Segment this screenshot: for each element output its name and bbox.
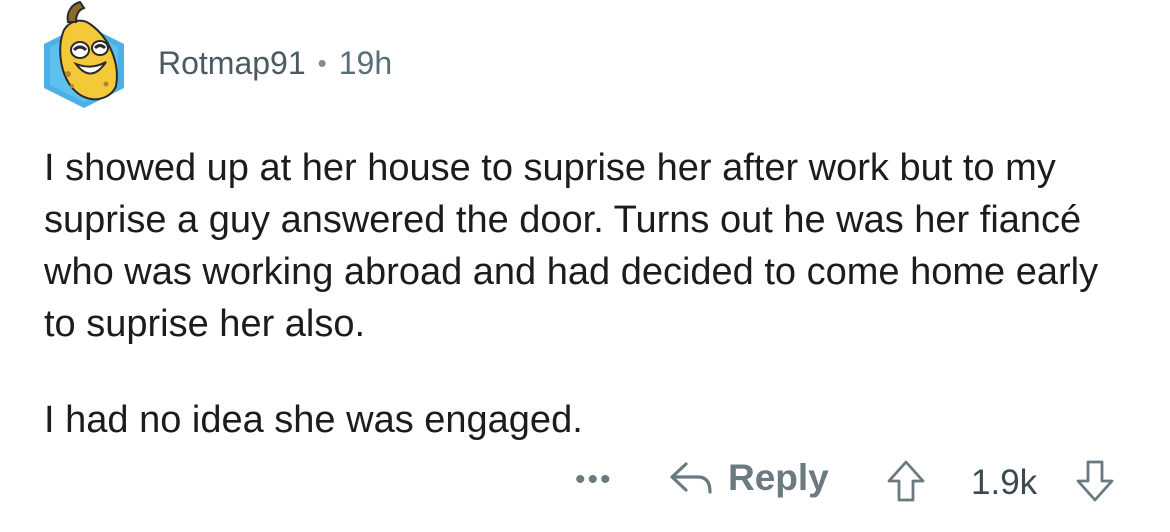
timestamp: 19h	[338, 44, 393, 81]
more-options-button[interactable]: •••	[575, 463, 613, 497]
comment-paragraph: I had no idea she was engaged.	[44, 399, 583, 441]
comment-meta: Rotmap91 • 19h	[158, 45, 392, 82]
banana-avatar-icon	[44, 0, 124, 108]
reply-button[interactable]: Reply	[668, 457, 829, 499]
reply-label: Reply	[728, 457, 829, 498]
comment: Rotmap91 • 19h I showed up at her house …	[0, 0, 1170, 532]
upvote-arrow-icon[interactable]	[886, 459, 926, 503]
comment-header: Rotmap91 • 19h	[36, 0, 392, 120]
meta-separator: •	[317, 47, 327, 78]
reply-arrow-icon	[670, 462, 712, 494]
downvote-arrow-icon[interactable]	[1075, 459, 1115, 503]
comment-body: I showed up at her house to suprise her …	[44, 142, 1134, 446]
comment-paragraph: I showed up at her house to suprise her …	[44, 147, 1099, 345]
vote-score: 1.9k	[971, 463, 1038, 502]
avatar[interactable]	[36, 0, 132, 120]
comment-actions: ••• Reply 1.9k	[0, 455, 1170, 515]
username[interactable]: Rotmap91	[158, 45, 306, 82]
